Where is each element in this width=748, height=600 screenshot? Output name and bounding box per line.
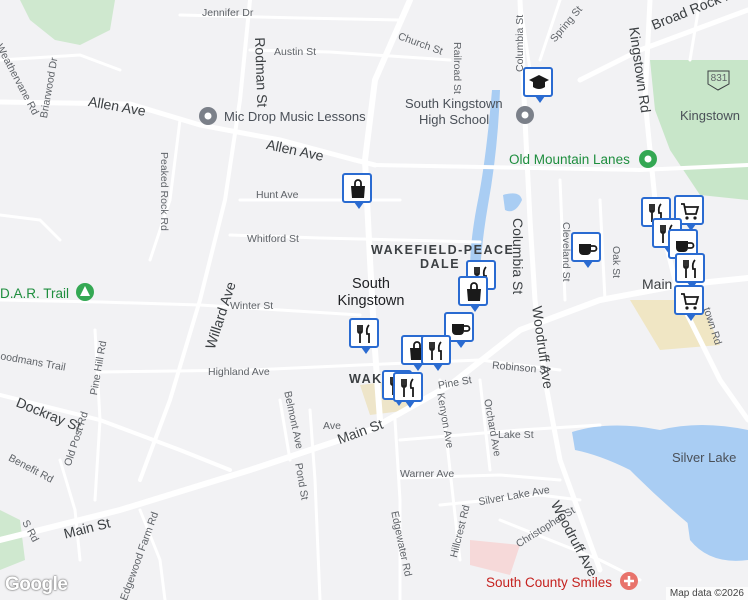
shopping-bag-icon <box>467 282 481 301</box>
google-logo[interactable]: Google <box>5 574 68 596</box>
restaurant-marker[interactable] <box>393 372 423 408</box>
street-label: Whitford St <box>247 233 299 245</box>
restaurant-marker[interactable] <box>349 318 379 354</box>
street-label: Hunt Ave <box>256 189 299 201</box>
street-label: Main <box>642 276 673 292</box>
restaurant-icon <box>357 324 370 343</box>
town-label: South Kingstown <box>331 276 411 310</box>
town-label-line2: Kingstown <box>337 293 405 309</box>
town-label-line1: South <box>352 276 390 292</box>
restaurant-icon <box>683 259 696 278</box>
shopping-bag-marker[interactable] <box>458 276 488 312</box>
dar-trail-label[interactable]: D.A.R. Trail <box>0 286 69 301</box>
street-label: Rodman St <box>252 37 271 108</box>
shopping-cart-icon <box>681 203 700 220</box>
shopping-cart-marker[interactable] <box>674 285 704 321</box>
high-school-label[interactable]: High School <box>419 112 489 127</box>
school-marker[interactable] <box>523 67 553 103</box>
street-label: Peaked Rock Rd <box>158 152 170 231</box>
shopping-cart-icon <box>681 293 700 310</box>
street-label: Kingstown <box>680 108 740 123</box>
coffee-icon <box>579 244 598 255</box>
south-county-smiles-label[interactable]: South County Smiles <box>486 575 612 590</box>
neighborhood-label: WAKEFIELD-PEACE <box>371 243 515 257</box>
old-mountain-label[interactable]: Old Mountain Lanes <box>509 152 630 167</box>
street-label: Railroad St <box>451 42 463 94</box>
coffee-icon <box>452 324 471 335</box>
route-shield: 831 <box>710 73 728 84</box>
street-label: Warner Ave <box>400 468 455 480</box>
shopping-bag-icon <box>351 179 365 198</box>
street-label: Columbia St <box>514 14 526 72</box>
restaurant-icon <box>401 378 414 397</box>
coffee-marker[interactable] <box>571 232 601 268</box>
shopping-bag-marker[interactable] <box>342 173 372 209</box>
neighborhood-label: WAK <box>349 372 383 386</box>
school-icon <box>529 75 549 89</box>
street-label: Oak St <box>610 246 622 279</box>
street-label: Lake St <box>498 429 534 441</box>
high-school-label[interactable]: South Kingstown <box>405 96 503 111</box>
street-label: Austin St <box>274 46 317 58</box>
map-attribution[interactable]: Map data ©2026 <box>665 587 748 600</box>
map-canvas[interactable]: Jennifer Dr Weathervane Rd Austin St Chu… <box>0 0 748 600</box>
mic-drop-label[interactable]: Mic Drop Music Lessons <box>224 109 366 124</box>
restaurant-marker[interactable] <box>675 253 705 289</box>
restaurant-icon <box>429 341 442 360</box>
street-label: Jennifer Dr <box>202 7 254 19</box>
street-label: Highland Ave <box>208 366 270 378</box>
silver-lake-label: Silver Lake <box>672 450 737 465</box>
restaurant-marker[interactable] <box>421 335 451 371</box>
neighborhood-label: DALE <box>420 257 461 271</box>
street-label: Winter St <box>230 300 274 312</box>
